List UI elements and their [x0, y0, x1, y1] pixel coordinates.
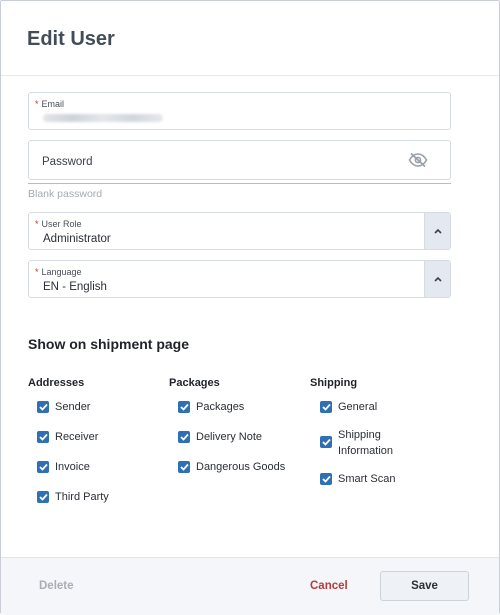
checkbox-third-party[interactable]: Third Party	[37, 489, 109, 505]
checkbox-checked[interactable]	[37, 401, 49, 413]
checkmark-icon	[38, 433, 48, 441]
checkmark-icon	[38, 493, 48, 501]
checkbox-label: Receiver	[55, 431, 99, 443]
password-underline	[28, 183, 451, 184]
user-role-label: * User Role	[35, 219, 82, 229]
chevron-up-icon	[433, 276, 442, 282]
checkbox-label: Delivery Note	[196, 431, 263, 443]
password-field[interactable]: Password	[28, 140, 451, 180]
password-hint: Blank password	[28, 188, 103, 200]
dialog-footer: Delete Cancel Save	[1, 557, 499, 615]
user-role-value: Administrator	[43, 233, 111, 245]
required-mark: *	[35, 267, 39, 277]
checkbox-label: Third Party	[55, 491, 109, 503]
checkmark-icon	[179, 403, 189, 411]
checkmark-icon	[38, 463, 48, 471]
required-mark: *	[35, 99, 39, 109]
language-value: EN - English	[43, 281, 107, 293]
checkbox-checked[interactable]	[178, 431, 190, 443]
shipping-heading: Shipping	[310, 377, 358, 389]
password-placeholder: Password	[42, 156, 93, 168]
section-title: Show on shipment page	[28, 336, 190, 352]
checkbox-checked[interactable]	[178, 401, 190, 413]
cancel-button[interactable]: Cancel	[310, 580, 348, 592]
edit-user-dialog: Edit User * Email Password Blank password…	[0, 0, 500, 615]
save-button[interactable]: Save	[380, 571, 469, 601]
delete-button[interactable]: Delete	[39, 580, 74, 592]
checkbox-label: General	[338, 401, 378, 413]
checkbox-checked[interactable]	[320, 436, 332, 448]
checkbox-checked[interactable]	[37, 461, 49, 473]
email-label: * Email	[35, 99, 65, 109]
checkbox-sender[interactable]: Sender	[37, 399, 90, 415]
checkbox-label: Shipping Information	[338, 429, 394, 457]
checkbox-general[interactable]: General	[320, 399, 377, 415]
email-value	[43, 112, 163, 124]
checkbox-checked[interactable]	[320, 401, 332, 413]
checkbox-dangerous-goods[interactable]: Dangerous Goods	[178, 459, 285, 475]
required-mark: *	[35, 219, 39, 229]
checkbox-label: Smart Scan	[338, 473, 396, 485]
checkbox-delivery-note[interactable]: Delivery Note	[178, 429, 262, 445]
shipping-group: Shipping	[310, 377, 357, 389]
checkmark-icon	[179, 463, 189, 471]
checkmark-icon	[321, 475, 331, 483]
checkbox-checked[interactable]	[37, 491, 49, 503]
checkmark-icon	[38, 403, 48, 411]
checkmark-icon	[321, 438, 331, 446]
addresses-heading: Addresses	[28, 377, 85, 389]
checkbox-label: Packages	[196, 401, 245, 413]
checkbox-label: Dangerous Goods	[196, 461, 286, 473]
checkbox-checked[interactable]	[178, 461, 190, 473]
packages-group: Packages	[169, 377, 220, 389]
addresses-group: Addresses	[28, 377, 84, 389]
eye-slash-icon[interactable]	[408, 152, 428, 168]
checkmark-icon	[321, 403, 331, 411]
checkbox-checked[interactable]	[37, 431, 49, 443]
checkbox-label: Sender	[55, 401, 91, 413]
checkbox-packages[interactable]: Packages	[178, 399, 244, 415]
email-field[interactable]: * Email	[28, 92, 451, 130]
checkmark-icon	[179, 433, 189, 441]
language-label: * Language	[35, 267, 82, 277]
dialog-title: Edit User	[27, 28, 115, 50]
checkbox-smart-scan[interactable]: Smart Scan	[320, 471, 395, 487]
user-role-dropdown-toggle[interactable]	[424, 213, 450, 249]
chevron-up-icon	[433, 228, 442, 234]
checkbox-label: Invoice	[55, 461, 90, 473]
blurred-email-value	[43, 113, 163, 122]
checkbox-shipping-information[interactable]: Shipping Information	[320, 427, 393, 459]
language-select[interactable]: * Language EN - English	[28, 260, 451, 298]
packages-heading: Packages	[169, 377, 220, 389]
checkbox-invoice[interactable]: Invoice	[37, 459, 90, 475]
header-divider	[1, 75, 499, 76]
checkbox-receiver[interactable]: Receiver	[37, 429, 98, 445]
user-role-select[interactable]: * User Role Administrator	[28, 212, 451, 250]
language-dropdown-toggle[interactable]	[424, 261, 450, 297]
checkbox-checked[interactable]	[320, 473, 332, 485]
